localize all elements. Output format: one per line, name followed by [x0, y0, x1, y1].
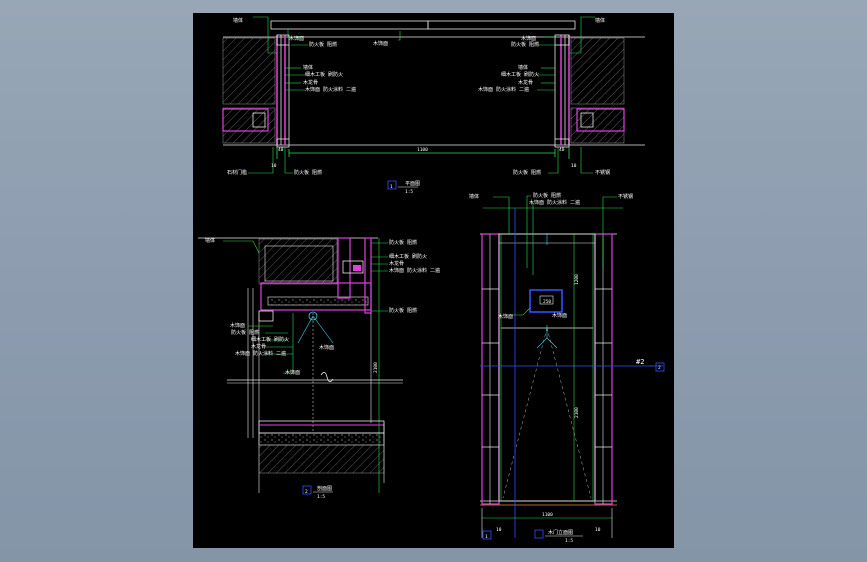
elevation-title-text: 木门立面图 — [548, 529, 573, 536]
drawing-sheet[interactable]: 墙体 木饰面 防火板 阻燃 墙体 细木工板 刷防火 木龙骨 木饰面 防火涂料 二… — [193, 13, 674, 548]
plan-label-left-2: 防火板 阻燃 — [309, 41, 337, 48]
section-label-wall-top: 墙体 — [205, 237, 215, 244]
plan-label-left-6: 木饰面 防火涂料 二遍 — [305, 86, 356, 93]
plan-label-bottom-mid-right: 防火板 阻燃 — [513, 169, 541, 176]
elevation-title-num: 1 — [485, 534, 488, 540]
section-label-left-4: 木龙骨 — [251, 343, 266, 350]
section-label-center: 木饰面 — [319, 344, 334, 351]
plan-left-wall — [222, 37, 276, 105]
elevation-view: 墙体 防火板 阻燃 木饰面 防火涂料 二遍 不锈钢 木饰面 木饰面 250 12… — [469, 192, 665, 544]
plan-dim-small-right: 40 — [559, 147, 565, 153]
plan-dim-ten-right: 10 — [571, 163, 577, 169]
elevation-jamb-right — [594, 233, 613, 505]
plan-dim-ten-left: 10 — [271, 163, 277, 169]
elevation-door-leaf — [498, 233, 596, 502]
plan-label-right-3: 墙体 — [518, 64, 528, 71]
plan-label-wall-right: 墙体 — [595, 17, 605, 24]
section-title-text: 剖面图 — [317, 485, 332, 492]
section-label-right-1: 防火板 阻燃 — [389, 239, 417, 246]
plan-label-center: 木饰面 — [373, 40, 388, 47]
plan-label-wall-left: 墙体 — [233, 17, 243, 24]
elevation-label-center: 木饰面 — [552, 312, 567, 319]
plan-top-panel-right — [427, 20, 576, 30]
elevation-dim-mid: 2100 — [574, 407, 580, 418]
elevation-panel-tag: 250 — [543, 299, 551, 305]
section-label-bottom-right: 防火板 阻燃 — [389, 307, 417, 314]
elevation-dim-right: 10 — [595, 527, 601, 533]
plan-label-right-4: 细木工板 刷防火 — [501, 71, 539, 78]
plan-title-text: 平面图 — [405, 181, 420, 187]
elevation-jamb-left — [481, 233, 500, 505]
plan-label-left-5: 木龙骨 — [303, 79, 318, 86]
plan-title-num: 1 — [390, 184, 393, 190]
plan-top-panel-left — [270, 20, 429, 30]
plan-label-bottom-right: 不锈钢 — [595, 169, 610, 176]
section-floor — [258, 420, 385, 434]
plan-right-wall — [570, 37, 625, 105]
plan-label-bottom-left: 石材门槛 — [227, 169, 247, 176]
section-label-right-4: 木饰面 防火涂料 二遍 — [389, 267, 440, 274]
cad-drawing: 墙体 木饰面 防火板 阻燃 墙体 细木工板 刷防火 木龙骨 木饰面 防火涂料 二… — [198, 16, 665, 544]
elevation-label-top-1: 防火板 阻燃 — [533, 192, 561, 199]
elevation-label-top-2: 木饰面 防火涂料 二遍 — [529, 199, 580, 206]
plan-label-bottom-mid-left: 防火板 阻燃 — [294, 169, 322, 176]
elevation-title-scale: 1:5 — [565, 538, 573, 544]
section-dim-height: 2100 — [373, 362, 379, 373]
plan-label-left-1: 木饰面 — [289, 35, 304, 42]
plan-label-left-4: 细木工板 刷防火 — [305, 71, 343, 78]
section-label-door: 木饰面 — [285, 369, 300, 376]
section-view: 墙体 防火板 阻燃 细木工板 刷防火 木龙骨 木饰面 防火涂料 二遍 防火板 阻… — [198, 237, 440, 500]
elevation-label-top-left: 墙体 — [469, 193, 479, 200]
plan-title-scale: 1:5 — [405, 189, 413, 195]
elevation-dim-top: 1200 — [574, 274, 580, 285]
section-title-scale: 1:5 — [317, 494, 325, 500]
plan-label-right-5: 木龙骨 — [518, 79, 533, 86]
section-label-right-2: 细木工板 刷防火 — [389, 253, 427, 260]
elevation-label-top-right: 不锈钢 — [618, 193, 633, 200]
section-label-left-3: 细木工板 刷防火 — [251, 336, 289, 343]
top-plan-view: 墙体 木饰面 防火板 阻燃 墙体 细木工板 刷防火 木龙骨 木饰面 防火涂料 二… — [222, 16, 645, 195]
plan-label-right-1: 木饰面 — [521, 35, 536, 42]
plan-dim-total: 1100 — [417, 147, 428, 153]
section-label-right-3: 木龙骨 — [389, 260, 404, 267]
elevation-title-marker — [534, 529, 544, 539]
section-label-left-5: 木饰面 防火涂料 二遍 — [235, 350, 286, 357]
plan-dim-small-left: 40 — [278, 147, 284, 153]
elevation-label-frame: 木饰面 — [498, 313, 513, 320]
elevation-axis-tag: #2 — [636, 358, 644, 366]
plan-label-left-3: 墙体 — [303, 64, 313, 71]
elevation-dim-left: 10 — [496, 527, 502, 533]
section-frame — [260, 282, 372, 311]
plan-label-right-2: 防火板 阻燃 — [511, 41, 539, 48]
section-title-num: 2 — [305, 489, 308, 495]
elevation-dim-bottom: 1100 — [542, 512, 553, 518]
elevation-axis-marker: 2 — [658, 365, 661, 371]
plan-label-right-6: 木饰面 防火涂料 二遍 — [478, 86, 529, 93]
section-label-left-2: 防火板 阻燃 — [231, 329, 259, 336]
section-label-left-1: 木饰面 — [230, 322, 245, 329]
